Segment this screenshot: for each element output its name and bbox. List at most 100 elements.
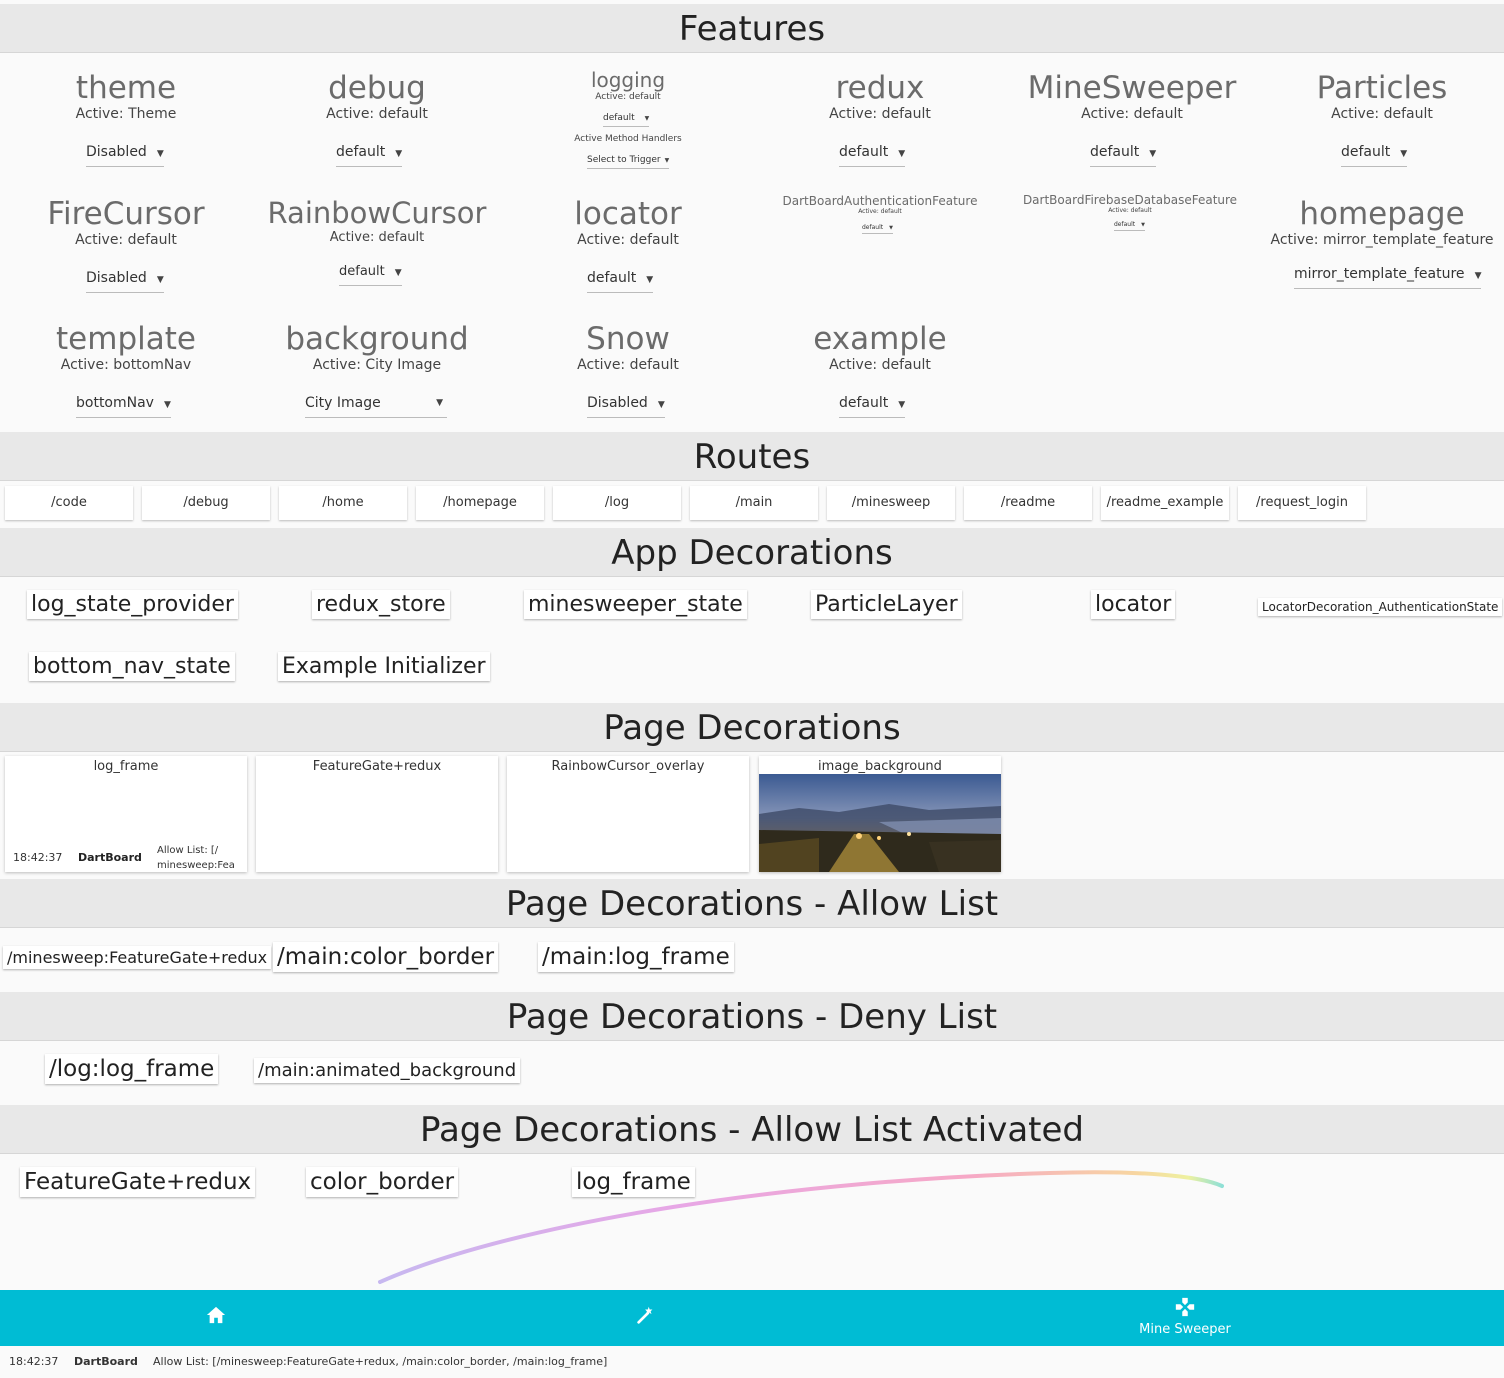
route-button[interactable]: /main: [690, 486, 818, 520]
dropdown-arrow-icon: ▼: [657, 400, 665, 410]
feature-active: Active: default: [577, 232, 679, 248]
card-log-allow: Allow List: [/ minesweep:Fea: [157, 845, 235, 871]
feature-title: Snow: [586, 321, 670, 357]
feature-title: example: [813, 321, 947, 357]
city-image: [759, 774, 1001, 872]
allow-list-chip: /minesweep:FeatureGate+redux: [3, 946, 272, 969]
feature-debug: debug Active: default: [277, 70, 477, 122]
feature-dropdown[interactable]: mirror_template_feature ▼: [1294, 266, 1482, 289]
status-time: 18:42:37: [9, 1355, 59, 1368]
allow-activated-chip: color_border: [306, 1167, 459, 1197]
feature-active: Active: default: [75, 232, 177, 248]
feature-dropdown[interactable]: bottomNav ▼: [76, 395, 171, 418]
route-button[interactable]: /homepage: [416, 486, 544, 520]
feature-dropdown[interactable]: default ▼: [839, 395, 906, 418]
feature-dropdown[interactable]: default ▼: [1341, 144, 1408, 167]
feature-dropdown[interactable]: Disabled ▼: [86, 270, 164, 293]
dropdown-arrow-icon: ▼: [163, 400, 171, 410]
feature-active: Active: mirror_template_feature: [1270, 232, 1494, 248]
feature-active: Active: City Image: [312, 357, 442, 373]
app-decoration-chip: locator: [1091, 590, 1176, 619]
feature-dropdown[interactable]: default ▼: [839, 144, 906, 167]
dropdown-arrow-icon: ▼: [1141, 222, 1145, 228]
route-button[interactable]: /minesweep: [827, 486, 955, 520]
app-decoration-chip: log_state_provider: [27, 590, 238, 619]
app-decoration-chip: Example Initializer: [278, 652, 490, 681]
status-bar: 18:42:37 DartBoard Allow List: [/mineswe…: [0, 1346, 1504, 1378]
dropdown-arrow-icon: ▼: [1400, 149, 1408, 159]
deny-list-chip: /main:animated_background: [254, 1058, 521, 1083]
feature-title: MineSweeper: [1027, 70, 1237, 106]
route-button[interactable]: /request_login: [1238, 486, 1366, 520]
nav-item-minesweeper[interactable]: Mine Sweeper: [1130, 1296, 1240, 1344]
method-trigger-dropdown[interactable]: Select to Trigger ▼: [587, 155, 670, 169]
feature-minesweeper: MineSweeper Active: default: [1022, 70, 1242, 122]
feature-active: Active: default: [1331, 106, 1433, 122]
feature-title: Particles: [1316, 70, 1448, 106]
page-decoration-card: FeatureGate+redux: [256, 756, 498, 872]
route-button[interactable]: /readme: [964, 486, 1092, 520]
dropdown-arrow-icon: ▼: [664, 157, 670, 164]
page-decoration-card: image_background: [759, 756, 1001, 872]
feature-dartboard-authentication: DartBoardAuthenticationFeature Active: d…: [760, 194, 1000, 215]
feature-title: DartBoardFirebaseDatabaseFeature: [1022, 193, 1238, 207]
feature-homepage: homepage Active: mirror_template_feature: [1262, 196, 1502, 248]
app-decoration-chip: bottom_nav_state: [29, 652, 235, 681]
app-decorations-header: App Decorations: [0, 528, 1504, 577]
wand-icon: [637, 1306, 653, 1324]
nav-item-label: Mine Sweeper: [1139, 1322, 1231, 1337]
feature-title: theme: [75, 70, 177, 106]
feature-snow: Snow Active: default: [528, 321, 728, 373]
feature-firecursor: FireCursor Active: default: [26, 196, 226, 248]
feature-theme: theme Active: Theme: [26, 70, 226, 122]
feature-dropdown[interactable]: default ▼: [603, 113, 650, 127]
feature-active: Active: default: [329, 230, 425, 245]
feature-dropdown[interactable]: default ▼: [1114, 221, 1145, 231]
allow-activated-chip: FeatureGate+redux: [20, 1167, 256, 1197]
feature-active: Active: default: [1081, 106, 1183, 122]
feature-title: homepage: [1299, 196, 1465, 232]
feature-dropdown[interactable]: Disabled ▼: [587, 395, 665, 418]
feature-title: DartBoardAuthenticationFeature: [782, 194, 978, 208]
feature-title: redux: [835, 70, 925, 106]
feature-active: Active: default: [577, 357, 679, 373]
game-controller-icon: [1175, 1297, 1195, 1317]
feature-dropdown[interactable]: default ▼: [862, 224, 893, 234]
dropdown-arrow-icon: ▼: [646, 275, 654, 285]
feature-title: RainbowCursor: [267, 196, 487, 230]
feature-dropdown[interactable]: City Image ▼: [305, 395, 447, 418]
feature-active: Active: default: [1108, 207, 1152, 214]
feature-background: background Active: City Image: [277, 321, 477, 373]
page-decoration-card: log_frame 18:42:37 DartBoard Allow List:…: [5, 756, 247, 872]
feature-active: Active: default: [326, 106, 428, 122]
feature-dropdown[interactable]: default ▼: [336, 144, 403, 167]
feature-particles: Particles Active: default: [1282, 70, 1482, 122]
routes-header: Routes: [0, 432, 1504, 481]
dropdown-arrow-icon: ▼: [156, 149, 164, 159]
card-log-name: DartBoard: [78, 851, 142, 864]
feature-locator: locator Active: default: [528, 196, 728, 248]
app-decoration-chip: minesweeper_state: [524, 590, 747, 619]
route-button[interactable]: /log: [553, 486, 681, 520]
route-button[interactable]: /readme_example: [1101, 486, 1229, 520]
feature-rainbowcursor: RainbowCursor Active: default: [262, 196, 492, 245]
route-button[interactable]: /code: [5, 486, 133, 520]
feature-title: background: [285, 321, 469, 357]
feature-dropdown[interactable]: Disabled ▼: [86, 144, 164, 167]
nav-item-wand[interactable]: [626, 1300, 666, 1336]
feature-dropdown[interactable]: default ▼: [339, 264, 402, 286]
app-decoration-chip: redux_store: [312, 590, 450, 619]
allow-activated-chip: log_frame: [572, 1167, 695, 1197]
feature-dropdown[interactable]: default ▼: [587, 270, 654, 293]
card-title: image_background: [818, 759, 942, 774]
feature-dropdown[interactable]: default ▼: [1090, 144, 1157, 167]
status-allow-list: Allow List: [/minesweep:FeatureGate+redu…: [153, 1355, 608, 1368]
feature-redux: redux Active: default: [780, 70, 980, 122]
dropdown-arrow-icon: ▼: [889, 225, 893, 231]
feature-title: template: [56, 321, 196, 357]
allow-list-activated-header: Page Decorations - Allow List Activated: [0, 1105, 1504, 1154]
route-button[interactable]: /home: [279, 486, 407, 520]
feature-active: Active: default: [829, 106, 931, 122]
nav-item-home[interactable]: [196, 1300, 236, 1336]
route-button[interactable]: /debug: [142, 486, 270, 520]
